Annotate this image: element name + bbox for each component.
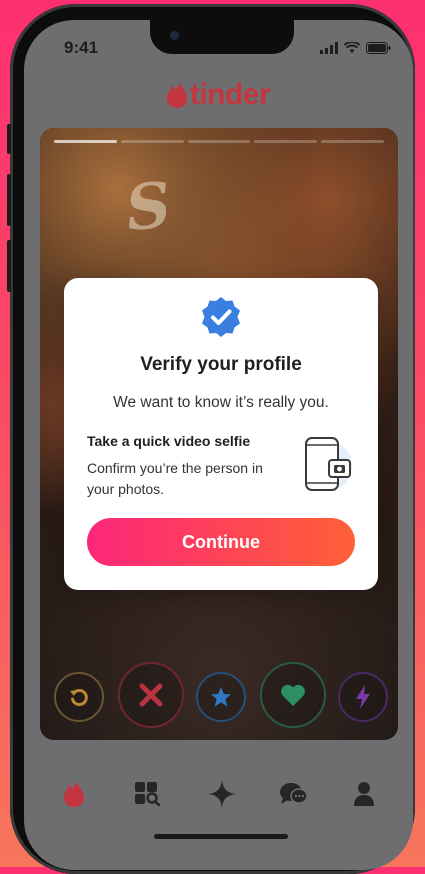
like-icon — [281, 684, 305, 706]
nope-button[interactable] — [118, 662, 184, 728]
phone-camera-icon — [305, 437, 352, 491]
sparkle-icon — [208, 780, 236, 808]
volume-up-button — [7, 174, 11, 226]
photo-indicator — [187, 140, 251, 143]
verified-check-icon — [202, 297, 240, 337]
status-time: 9:41 — [64, 38, 99, 57]
photo-indicator — [321, 140, 384, 143]
profile-icon — [354, 782, 374, 806]
video-selfie-title: Take a quick video selfie — [87, 433, 251, 449]
wifi-icon — [344, 42, 360, 53]
brand-wordmark: tinder — [189, 78, 271, 111]
photo-indicator — [120, 140, 184, 143]
tab-swipe[interactable] — [54, 774, 94, 814]
photo-background-sign: S — [122, 167, 175, 246]
video-selfie-description: Confirm you’re the person in your photos… — [87, 460, 263, 497]
bottom-tab-bar — [24, 762, 413, 832]
notch — [150, 20, 294, 54]
tab-gold[interactable] — [202, 774, 242, 814]
front-camera — [170, 31, 179, 40]
tab-explore[interactable] — [128, 774, 168, 814]
like-button[interactable] — [260, 662, 326, 728]
photo-indicator — [254, 140, 318, 143]
flame-icon — [64, 781, 84, 807]
rewind-button[interactable] — [54, 672, 104, 722]
flame-logo-icon — [166, 82, 187, 108]
phone-screen: 9:41 tinder S Verify your profile We wan… — [24, 20, 413, 870]
volume-down-button — [7, 240, 11, 292]
phone-selfie-illustration — [296, 430, 356, 499]
home-indicator — [154, 834, 288, 839]
photo-progress-bar — [54, 140, 384, 143]
verify-profile-dialog: Verify your profile We want to know it’s… — [64, 278, 378, 590]
tab-profile[interactable] — [344, 774, 384, 814]
super-like-button[interactable] — [196, 672, 246, 722]
rewind-icon — [70, 689, 88, 706]
boost-button[interactable] — [338, 672, 388, 722]
app-logo: tinder — [24, 78, 413, 112]
tab-messages[interactable] — [274, 774, 314, 814]
signal-icon — [320, 42, 338, 54]
photo-indicator — [54, 140, 117, 143]
chat-icon — [280, 783, 308, 804]
status-icons — [320, 42, 391, 54]
dialog-subtitle: We want to know it’s really you. — [113, 394, 329, 411]
boost-icon — [356, 685, 370, 709]
nope-icon — [139, 683, 163, 707]
battery-icon — [366, 42, 391, 54]
dialog-title: Verify your profile — [140, 354, 302, 375]
verified-badge — [200, 296, 242, 343]
super-like-icon — [211, 687, 231, 707]
explore-icon — [135, 782, 161, 806]
action-buttons — [24, 662, 413, 732]
mute-switch — [7, 124, 11, 154]
continue-button[interactable]: Continue — [87, 518, 355, 566]
